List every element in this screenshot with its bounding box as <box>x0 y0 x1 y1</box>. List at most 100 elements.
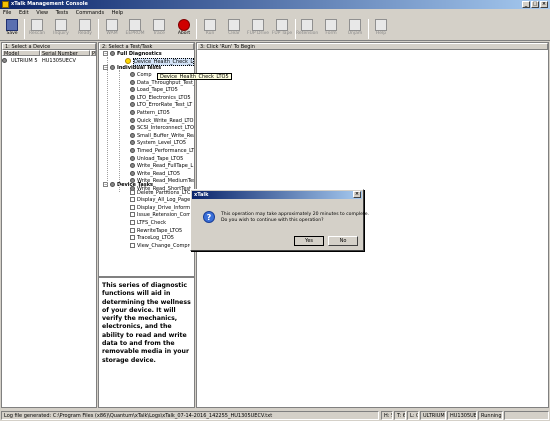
dialog-title: xTalk <box>194 192 209 198</box>
eeprom-button[interactable]: EEPROM <box>124 18 146 40</box>
test-icon <box>130 87 135 93</box>
trace-button[interactable]: Trace <box>148 18 170 40</box>
clear-button[interactable]: Clear <box>223 18 245 40</box>
test-icon <box>130 170 135 176</box>
test-description: This series of diagnostic functions will… <box>98 276 195 408</box>
menu-file[interactable]: File <box>0 9 14 17</box>
tree-item-test[interactable]: SCSI_Interconnect_LTO <box>130 125 194 131</box>
dialog-close-button[interactable]: × <box>353 191 361 198</box>
tree-item-task[interactable]: Display_All_Log_Pages <box>130 197 193 203</box>
minimize-button[interactable]: _ <box>522 1 530 8</box>
maximize-button[interactable]: □ <box>531 1 539 8</box>
help-button[interactable]: Help <box>370 18 392 40</box>
tree-node-label: Load_Tape_LTO5 <box>137 87 178 94</box>
tree-node-label: System_Level_LTO5 <box>137 140 187 147</box>
unjam-button[interactable]: Unjam <box>344 18 366 40</box>
tree-node-label: Display_All_Log_Pages <box>137 197 193 204</box>
tree-item-test[interactable]: LTO_ErrorRate_Test_LT <box>130 102 192 108</box>
abort-button[interactable]: Abort <box>173 18 195 40</box>
toolbar-label: Inquiry <box>53 31 69 36</box>
tree-item-test[interactable]: Small_Buffer_Write_Rea <box>130 132 194 139</box>
tree-item-test[interactable]: Write_Read_FullTape_L <box>130 163 193 169</box>
task-icon <box>130 189 135 195</box>
status-h: H: 5 <box>381 411 393 420</box>
tree-item-test[interactable]: Load_Tape_LTO5 <box>130 87 178 93</box>
collapse-toggle[interactable]: − <box>103 51 108 56</box>
toolbar-label: Unjam <box>347 31 363 36</box>
tree-item-task[interactable]: Delete_Partitions_LTO <box>130 189 191 196</box>
ready-button[interactable]: Ready <box>74 18 96 40</box>
tree-node-label: Timed_Performance_LT <box>137 148 194 154</box>
tree-item-test[interactable]: Pattern_LTO5 <box>130 110 170 116</box>
test-icon <box>130 125 135 131</box>
form-button[interactable]: Form <box>320 18 342 40</box>
close-button[interactable]: × <box>540 1 548 8</box>
no-button[interactable]: No <box>328 236 358 246</box>
menu-edit[interactable]: Edit <box>16 9 32 17</box>
menu-tests[interactable]: Tests <box>53 9 71 17</box>
column-serial-number[interactable]: Serial Number <box>40 50 90 57</box>
status-l: L: 0 <box>407 411 419 420</box>
task-icon <box>130 227 135 233</box>
toolbar-label: FUP Drive <box>247 31 270 36</box>
diagnostic-icon <box>125 58 131 64</box>
dialog-title-bar: xTalk × <box>192 191 362 199</box>
tree-item-task[interactable]: TraceLog_LTO5 <box>130 235 174 241</box>
title-bar: xTalk Management Console _ □ × <box>0 0 550 9</box>
tree-item-test[interactable]: Write_Read_LTO5 <box>130 170 181 177</box>
tree-item-test[interactable]: System_Level_LTO5 <box>130 140 186 146</box>
menu-view[interactable]: View <box>33 9 51 17</box>
tree-item-test[interactable]: Data_Throughput_Test_L <box>130 79 194 86</box>
save-button[interactable]: Save <box>1 18 23 40</box>
tree-item-test[interactable]: LTO_Electronics_LTO5 <box>130 94 191 101</box>
tree-item-device-health-check[interactable]: Device_Health_Check_L <box>125 57 194 66</box>
folder-icon <box>110 51 115 56</box>
menu-help[interactable]: Help <box>109 9 126 17</box>
tree-node-label: LTO_ErrorRate_Test_LT <box>137 102 193 109</box>
fup-drive-icon <box>252 19 264 31</box>
tree-item-task[interactable]: Display_Drive_Informa <box>130 204 193 211</box>
tree-node-label: Data_Throughput_Test_L <box>137 79 194 86</box>
wam-button[interactable]: WAM <box>101 18 123 40</box>
run-button[interactable]: Run <box>199 18 221 40</box>
column-p[interactable]: P <box>90 50 96 57</box>
task-icon <box>130 242 135 248</box>
task-icon <box>130 212 135 218</box>
device-pane-header: 1: Select a Device <box>2 43 96 50</box>
tree-item-test[interactable]: Comp <box>130 72 152 78</box>
tree-node-label: Issue_Retension_Com <box>137 212 192 219</box>
dialog-message-line-1: This operation may take approximately 20… <box>221 212 370 217</box>
tree-item-task[interactable]: View_Change_Compre <box>130 242 193 249</box>
toolbar-label: Help <box>375 31 387 36</box>
menu-commands[interactable]: Commands <box>73 9 107 17</box>
tree-item-test[interactable]: Timed_Performance_LT <box>130 148 194 154</box>
rescan-button[interactable]: Rescan <box>26 18 48 40</box>
device-grid: Model Serial Number P ULTRIUM 5 HU1305UE… <box>2 50 96 407</box>
test-icon <box>130 72 135 77</box>
run-pane-header: 3: Click 'Run' To Begin <box>197 43 548 50</box>
retension-button[interactable]: Retension <box>296 18 318 40</box>
device-row[interactable]: ULTRIUM 5 HU1305UECV <box>2 58 96 64</box>
tree-device-tasks[interactable]: − Device Tasks <box>103 182 153 188</box>
tree-node-label: Write_Read_FullTape_L <box>137 163 194 170</box>
tree-item-task[interactable]: Issue_Retension_Com <box>130 212 191 218</box>
run-icon <box>204 19 216 31</box>
wam-icon <box>106 19 118 31</box>
test-icon <box>130 94 135 100</box>
fup-drive-button[interactable]: FUP Drive <box>247 18 269 40</box>
toolbar-separator <box>24 19 25 39</box>
inquiry-button[interactable]: Inquiry <box>50 18 72 40</box>
tree-item-test[interactable]: Quick_Write_Read_LTO <box>130 117 194 124</box>
test-icon <box>130 163 135 169</box>
tree-item-task[interactable]: LTFS_Check <box>130 219 166 226</box>
fup-tape-button[interactable]: FUP Tape <box>271 18 293 40</box>
tree-item-test[interactable]: Unload_Tape_LTO5 <box>130 155 183 162</box>
tree-full-diagnostics[interactable]: − Full Diagnostics <box>103 51 162 57</box>
column-model[interactable]: Model <box>2 50 40 57</box>
toolbar-label: Run <box>205 31 215 36</box>
tree-node-label: Write_Read_LTO5 <box>137 170 181 177</box>
dialog-message-line-2: Do you wish to continue with this operat… <box>221 218 324 223</box>
yes-button[interactable]: Yes <box>294 236 324 246</box>
tree-item-task[interactable]: RewriteTape_LTO5 <box>130 227 182 234</box>
tree-individual-tests[interactable]: − Individual Tests <box>103 65 161 71</box>
